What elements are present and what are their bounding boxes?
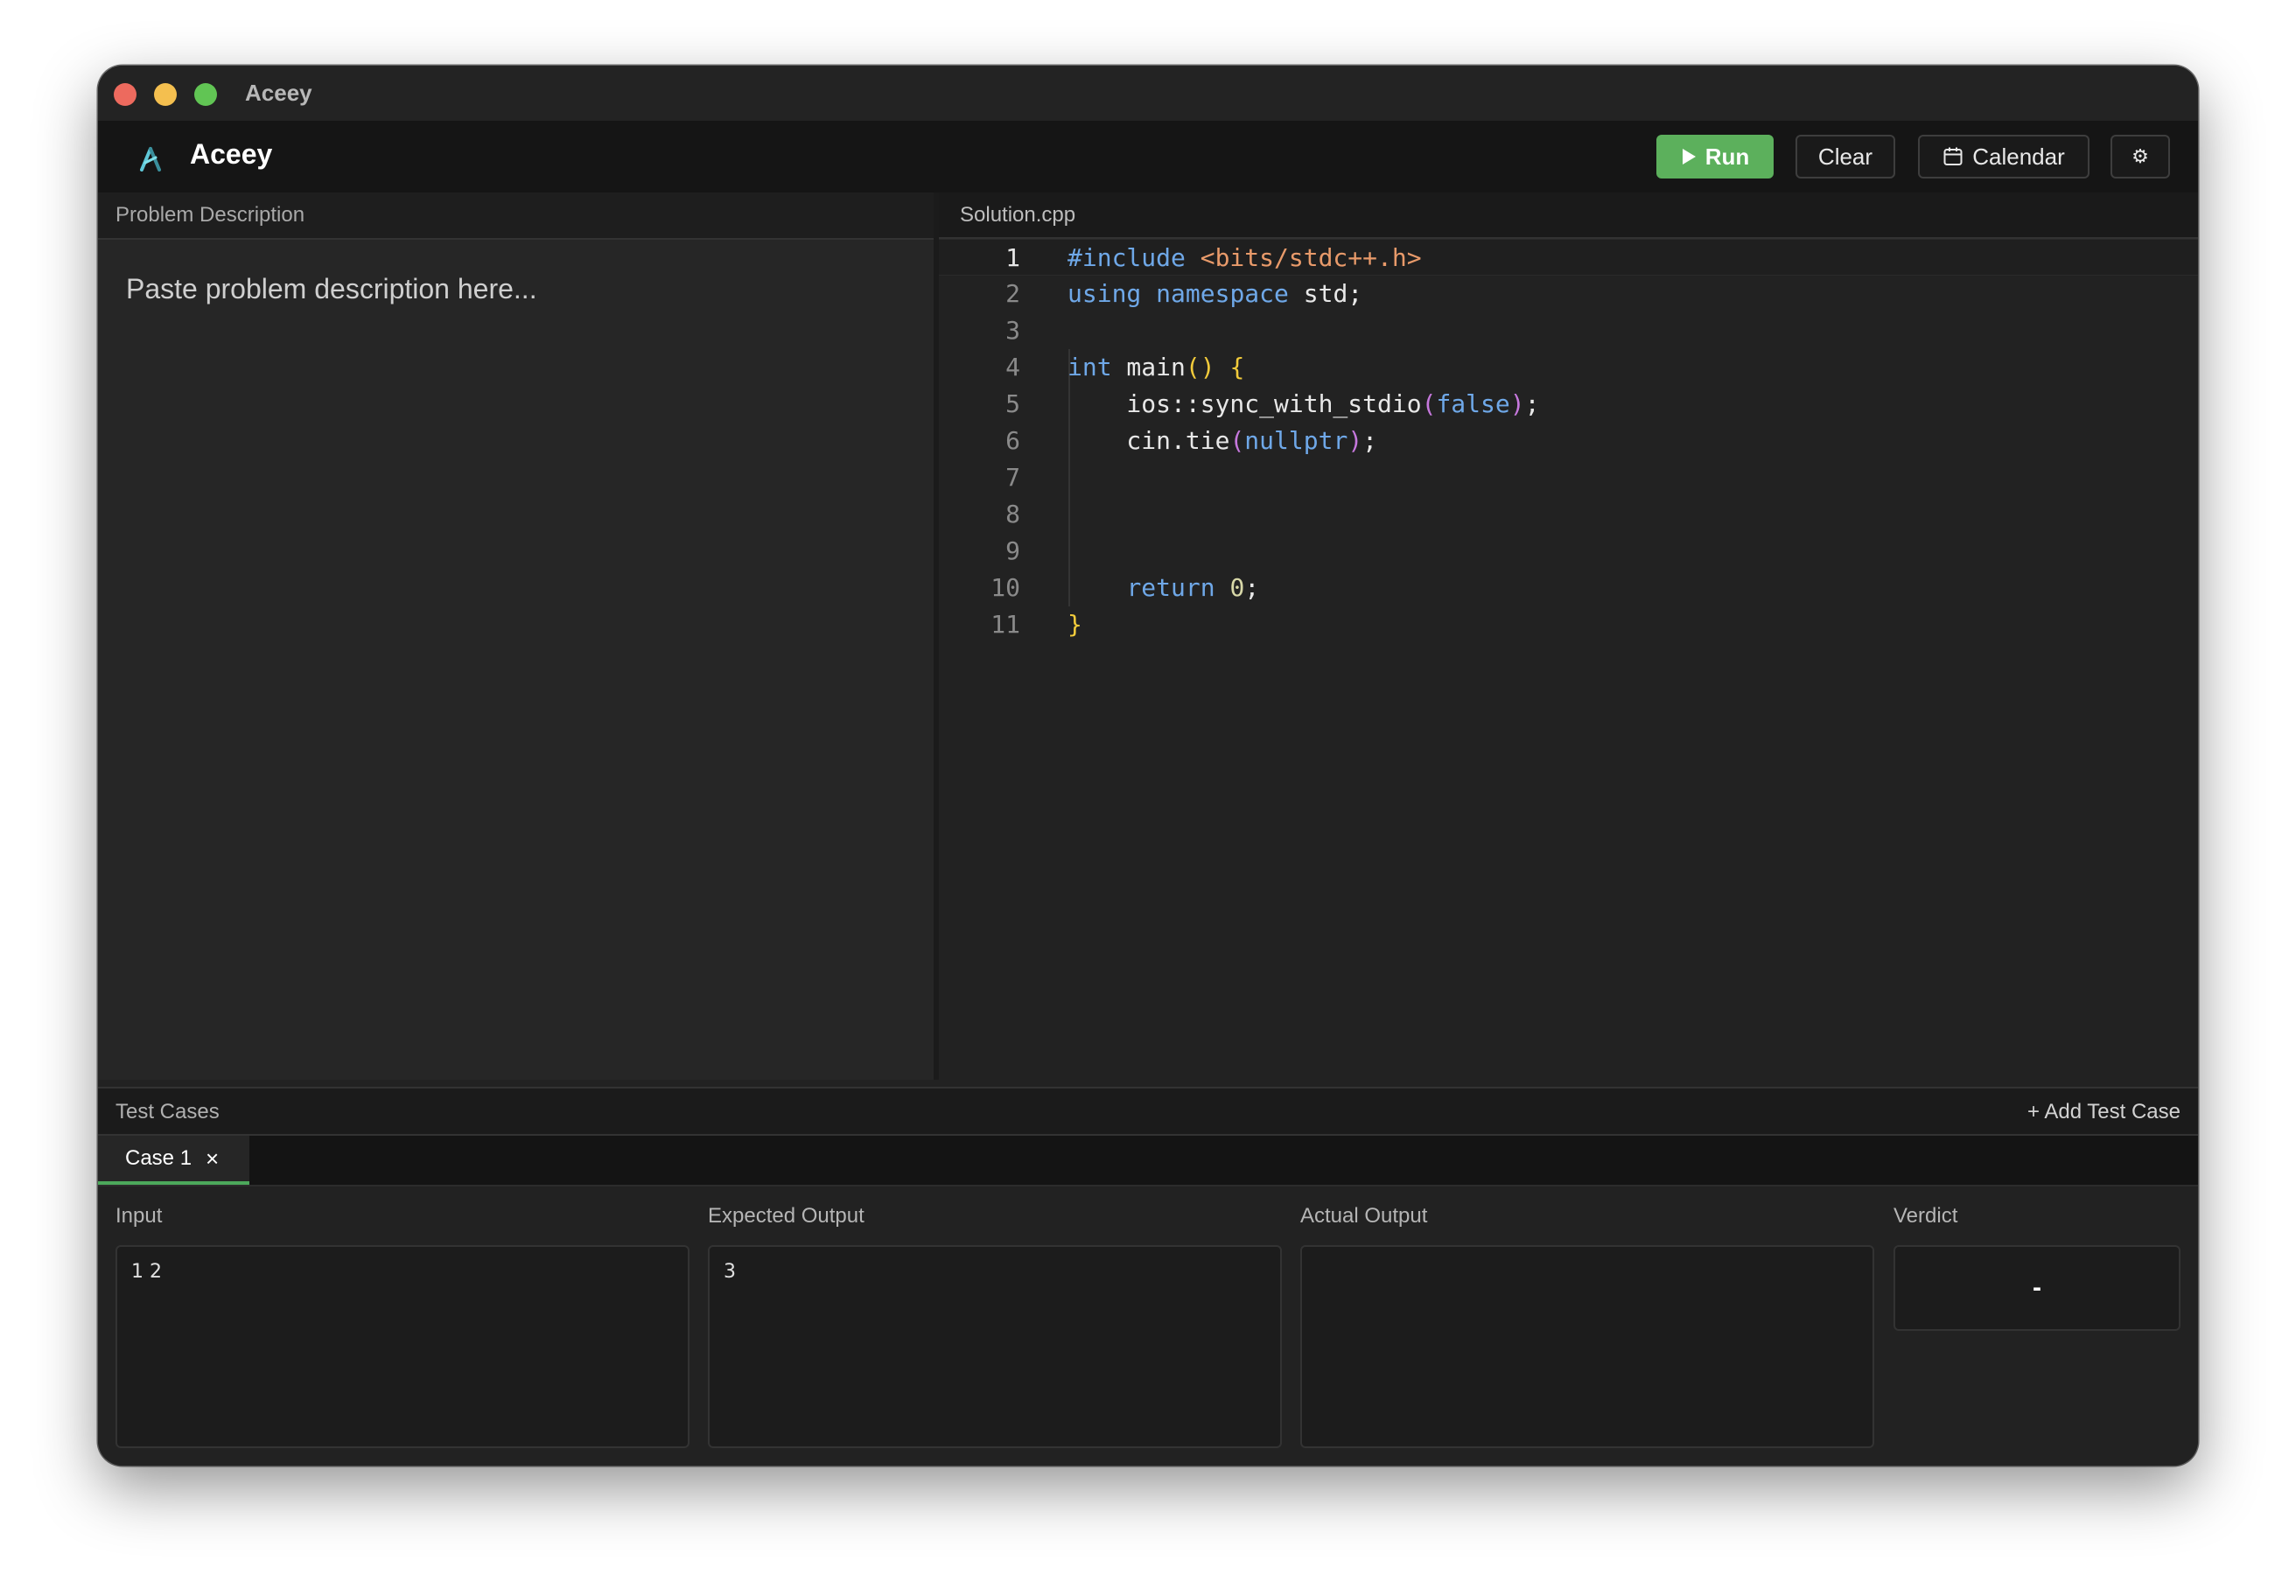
code-line: 4 int main() {: [939, 349, 2198, 386]
editor-file-tab[interactable]: Solution.cpp: [939, 192, 2198, 239]
clear-button-label: Clear: [1817, 143, 1873, 170]
input-label: Input: [116, 1204, 163, 1228]
line-number: 11: [990, 610, 1020, 639]
close-window-button[interactable]: [114, 83, 136, 106]
calendar-button[interactable]: Calendar: [1918, 135, 2090, 178]
app-logo-icon: [140, 147, 161, 172]
code-editor[interactable]: 1 #include <bits/stdc++.h> 2 using names…: [939, 239, 2198, 1080]
problem-description-placeholder: Paste problem description here...: [126, 273, 537, 304]
line-number: 6: [1005, 426, 1020, 455]
code-line: 7: [939, 459, 2198, 496]
code-line: 6 cin.tie(nullptr);: [939, 423, 2198, 459]
app-name: Aceey: [190, 138, 273, 170]
code-line: 9: [939, 533, 2198, 570]
actual-output-label: Actual Output: [1300, 1204, 1428, 1228]
problem-description-area[interactable]: Paste problem description here...: [98, 240, 934, 1080]
verdict-badge: -: [1894, 1245, 2180, 1331]
line-number: 2: [1005, 279, 1020, 308]
line-number: 4: [1005, 353, 1020, 382]
line-number: 7: [1005, 463, 1020, 492]
app-window: Aceey Aceey Run Clear Calendar ⚙ Problem…: [98, 66, 2198, 1466]
minimize-window-button[interactable]: [154, 83, 177, 106]
run-button-label: Run: [1704, 143, 1750, 170]
code-line: 2 using namespace std;: [939, 276, 2198, 312]
test-case-body: Input 1 2 Expected Output 3 Actual Outpu…: [98, 1186, 2198, 1466]
test-cases-header: Test Cases + Add Test Case: [98, 1087, 2198, 1136]
code-line: 1 #include <bits/stdc++.h>: [939, 239, 2198, 276]
expected-output-field[interactable]: 3: [708, 1245, 1282, 1448]
verdict-label: Verdict: [1894, 1204, 1958, 1228]
line-number: 5: [1005, 389, 1020, 418]
line-number: 3: [1005, 316, 1020, 345]
code-line: 11 }: [939, 606, 2198, 643]
line-number: 1: [1005, 243, 1020, 272]
close-icon[interactable]: ×: [206, 1145, 219, 1172]
add-test-case-button[interactable]: + Add Test Case: [2027, 1100, 2180, 1124]
tab-case-1-label: Case 1: [125, 1146, 192, 1170]
clear-button[interactable]: Clear: [1796, 135, 1895, 178]
line-number: 9: [1005, 536, 1020, 565]
code-line: 8: [939, 496, 2198, 533]
code-line: 5 ios::sync_with_stdio(false);: [939, 386, 2198, 423]
calendar-button-label: Calendar: [1972, 143, 2065, 170]
test-case-tabs: Case 1 ×: [98, 1136, 2198, 1186]
problem-description-header: Problem Description: [98, 192, 934, 240]
test-cases-title: Test Cases: [116, 1100, 220, 1124]
window-title: Aceey: [245, 80, 312, 106]
line-number: 10: [990, 573, 1020, 602]
expected-output-label: Expected Output: [708, 1204, 864, 1228]
calendar-icon: [1943, 147, 1963, 165]
code-line: 3: [939, 312, 2198, 349]
play-icon: [1682, 149, 1696, 164]
line-number: 8: [1005, 500, 1020, 528]
input-field[interactable]: 1 2: [116, 1245, 690, 1448]
code-line: 10 return 0;: [939, 570, 2198, 606]
actual-output-field: [1300, 1245, 1874, 1448]
settings-button[interactable]: ⚙: [2110, 135, 2170, 178]
gear-icon: ⚙: [2132, 145, 2149, 167]
tab-case-1[interactable]: Case 1 ×: [98, 1136, 249, 1185]
run-button[interactable]: Run: [1656, 135, 1774, 178]
maximize-window-button[interactable]: [194, 83, 217, 106]
title-bar: Aceey: [98, 66, 2198, 121]
